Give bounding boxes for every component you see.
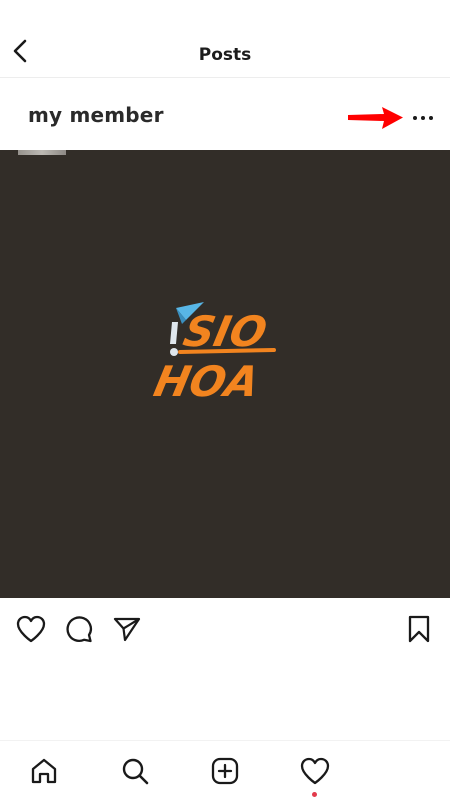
red-arrow-icon [346, 105, 404, 131]
heart-icon [16, 615, 46, 643]
more-options-button[interactable] [408, 108, 438, 128]
nav-activity-button[interactable] [297, 753, 333, 789]
image-artifact [18, 150, 66, 155]
home-icon [30, 757, 58, 785]
bookmark-icon [407, 615, 431, 643]
comment-button[interactable] [63, 613, 95, 645]
nav-add-post-button[interactable] [207, 753, 243, 789]
svg-text:HOA: HOA [150, 358, 264, 400]
post-image[interactable]: SIO HOA [0, 150, 450, 598]
bottom-navigation [0, 740, 450, 800]
more-horizontal-icon [412, 115, 434, 121]
post-actions [0, 598, 450, 660]
share-button[interactable] [111, 613, 143, 645]
activity-notification-dot [312, 792, 317, 797]
comment-icon [65, 615, 93, 643]
post-header: my member [0, 78, 450, 150]
like-button[interactable] [15, 613, 47, 645]
activity-heart-icon [300, 757, 330, 785]
search-icon [121, 757, 149, 785]
save-button[interactable] [403, 613, 435, 645]
nav-home-button[interactable] [26, 753, 62, 789]
sio-hoa-logo: SIO HOA [136, 300, 301, 400]
add-post-icon [211, 757, 239, 785]
instagram-post-screen: Posts my member SIO HOA [0, 0, 450, 800]
page-title: Posts [198, 45, 252, 65]
post-username[interactable]: my member [28, 103, 164, 127]
nav-search-button[interactable] [117, 753, 153, 789]
send-icon [113, 616, 141, 642]
top-bar: Posts [0, 0, 450, 78]
